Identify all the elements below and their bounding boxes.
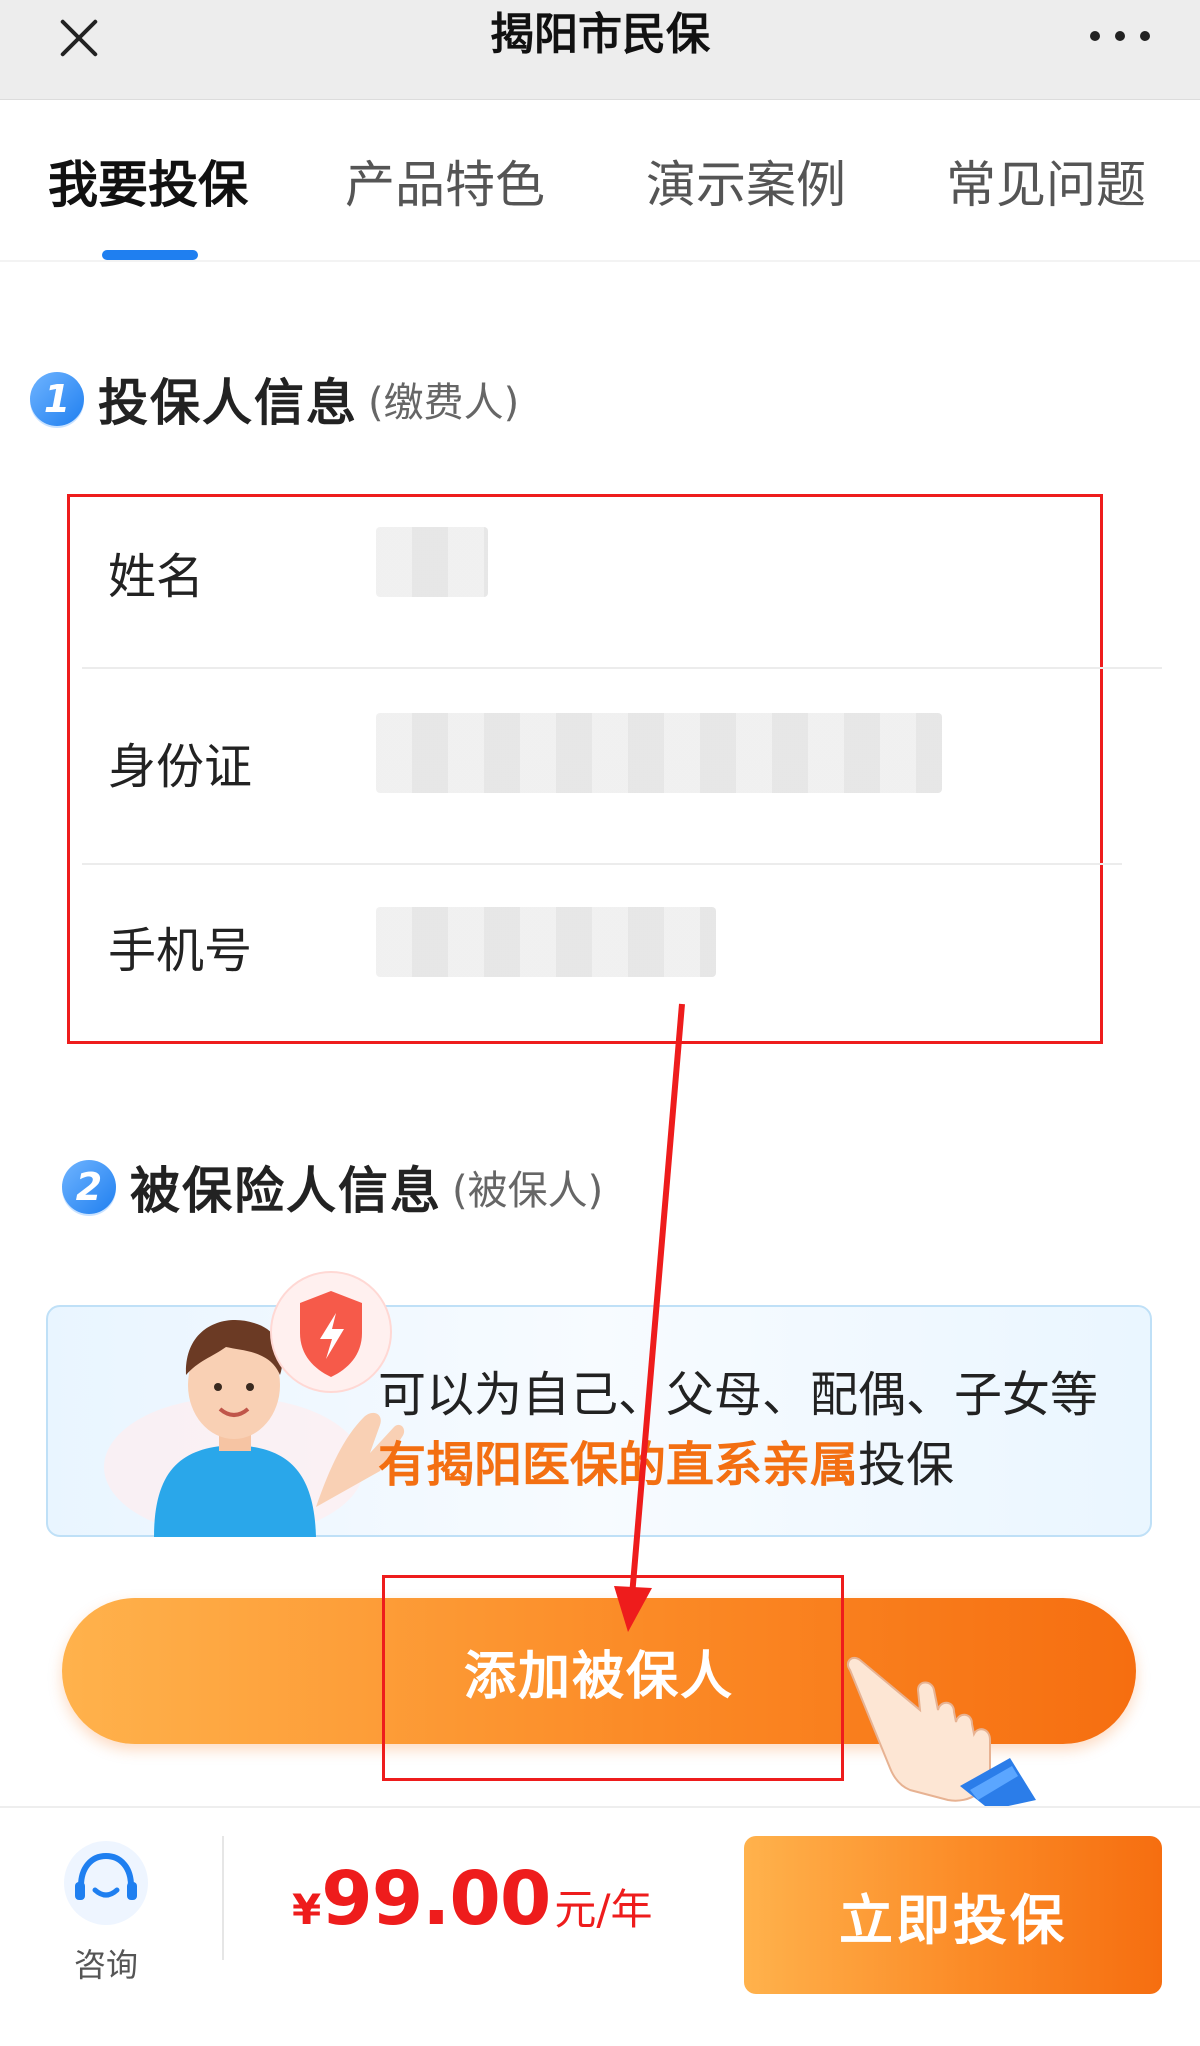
id-field-value-blurred[interactable] [376, 713, 942, 793]
form-row-id[interactable]: 身份证 [70, 667, 1100, 863]
banner-text-line2: 有揭阳医保的直系亲属投保 [378, 1425, 954, 1495]
banner-highlight-text: 有揭阳医保的直系亲属 [378, 1437, 859, 1493]
section-title: 被保险人信息 [130, 1162, 442, 1220]
field-label-phone: 手机号 [108, 923, 253, 979]
buy-now-button[interactable]: 立即投保 [744, 1836, 1162, 1994]
tab-apply[interactable]: 我要投保 [48, 152, 248, 218]
price-display: ¥ 99.00 元/年 [292, 1856, 652, 1942]
tab-demo-cases[interactable]: 演示案例 [646, 152, 846, 218]
divider [222, 1836, 224, 1960]
tab-features[interactable]: 产品特色 [345, 152, 545, 218]
form-row-name[interactable]: 姓名 [70, 497, 1100, 667]
hand-pointer-icon [846, 1656, 1036, 1810]
policyholder-form: 姓名 身份证 手机号 [67, 494, 1162, 1047]
annotation-highlight-box [382, 1575, 844, 1781]
banner-text-line1: 可以为自己、父母、配偶、子女等 [378, 1367, 1099, 1423]
consult-label: 咨询 [73, 1946, 138, 1984]
step-number-badge: 1 [30, 372, 84, 426]
consult-button[interactable]: 咨询 [56, 1838, 156, 1998]
more-icon[interactable] [1090, 26, 1150, 46]
name-field-value-blurred[interactable] [376, 527, 488, 597]
field-label-id: 身份证 [108, 739, 253, 795]
section-title: 投保人信息 [98, 374, 358, 432]
page-title: 揭阳市民保 [490, 9, 710, 60]
section-policyholder-heading: 1 投保人信息 (缴费人) [30, 364, 519, 434]
section-subtitle: (缴费人) [368, 380, 520, 426]
tab-faq[interactable]: 常见问题 [946, 152, 1146, 218]
step-number-badge: 2 [62, 1160, 116, 1214]
bottom-action-bar: 咨询 ¥ 99.00 元/年 立即投保 [0, 1806, 1200, 2046]
price-currency: ¥ [292, 1885, 322, 1934]
section-subtitle: (被保人) [452, 1168, 604, 1214]
form-row-phone[interactable]: 手机号 [70, 863, 1100, 1047]
headset-icon [64, 1841, 148, 1925]
price-unit: 元/年 [554, 1885, 653, 1934]
shield-icon [270, 1271, 392, 1393]
price-amount: 99.00 [321, 1856, 551, 1942]
banner-text-suffix: 投保 [858, 1437, 955, 1493]
field-label-name: 姓名 [108, 549, 205, 605]
tab-bar: 我要投保 产品特色 演示案例 常见问题 [0, 100, 1200, 262]
top-nav-bar: 揭阳市民保 [0, 0, 1200, 100]
buy-now-button-label: 立即投保 [839, 1888, 1067, 1952]
phone-field-value-blurred[interactable] [376, 907, 716, 977]
insured-info-banner: 可以为自己、父母、配偶、子女等 有揭阳医保的直系亲属投保 [46, 1271, 1152, 1537]
section-insured-heading: 2 被保险人信息 (被保人) [62, 1152, 603, 1222]
active-tab-indicator [102, 250, 198, 260]
